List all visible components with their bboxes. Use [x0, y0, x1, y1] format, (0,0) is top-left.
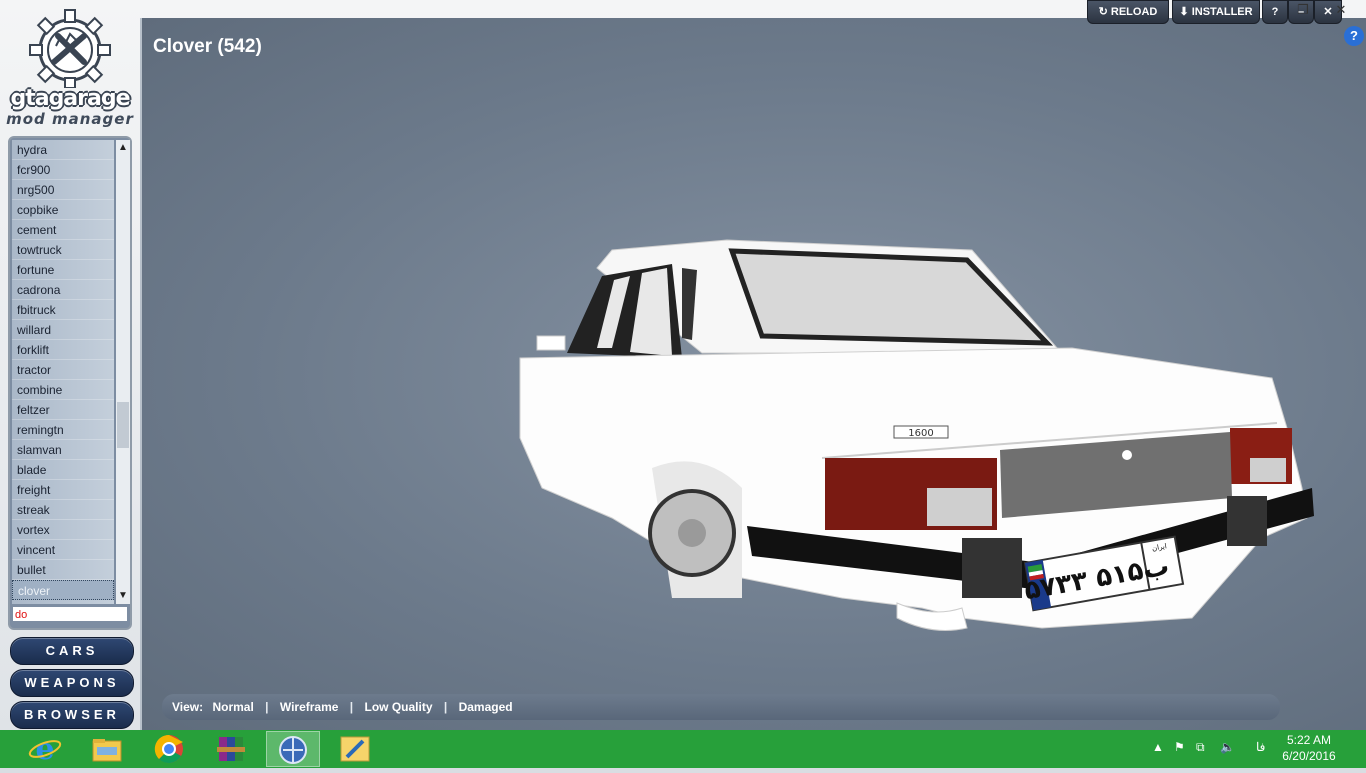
list-item[interactable]: streak	[12, 500, 114, 520]
view-option-wireframe[interactable]: Wireframe	[280, 700, 339, 714]
list-item[interactable]: combine	[12, 380, 114, 400]
gtagarage-logo: gtagarage mod manager	[6, 8, 134, 130]
list-item[interactable]: copbike	[12, 200, 114, 220]
list-item[interactable]: fbitruck	[12, 300, 114, 320]
list-item[interactable]: willard	[12, 320, 114, 340]
reload-icon: ↻	[1098, 6, 1108, 18]
taskbar: e ▲ ⚑ ⧉ 🔈 فا 5:22 AM 6/20/2016	[0, 730, 1366, 768]
list-item[interactable]: fortune	[12, 260, 114, 280]
volume-icon[interactable]: 🔈	[1220, 740, 1235, 754]
cars-button[interactable]: CARS	[10, 637, 134, 665]
chrome-icon[interactable]	[142, 731, 196, 767]
list-item[interactable]: vortex	[12, 520, 114, 540]
list-item[interactable]: forklift	[12, 340, 114, 360]
car-badge-text: 1600	[908, 428, 933, 439]
language-indicator[interactable]: فا	[1256, 740, 1265, 754]
vehicle-viewer[interactable]: Clover (542) 1600 ۵۷ب۵۱۵ ۳۳ ایران View: …	[140, 18, 1366, 730]
logo-text: gtagarage	[10, 86, 130, 111]
clock-date: 6/20/2016	[1282, 749, 1336, 763]
scroll-thumb[interactable]	[117, 402, 129, 448]
mod-manager-window: gtagarage mod manager hydra fcr900 nrg500 c…	[0, 0, 1366, 730]
separator: |	[443, 700, 448, 714]
paint-icon[interactable]	[328, 731, 382, 767]
internet-explorer-icon[interactable]: e	[18, 731, 72, 767]
view-option-normal[interactable]: Normal	[212, 700, 253, 714]
list-item[interactable]: clover	[12, 580, 114, 600]
list-item[interactable]: cadrona	[12, 280, 114, 300]
view-mode-bar: View: Normal | Wireframe | Low Quality |…	[162, 694, 1280, 720]
flag-icon[interactable]: ⚑	[1174, 740, 1185, 754]
list-item[interactable]: freight	[12, 480, 114, 500]
weapons-button[interactable]: WEAPONS	[10, 669, 134, 697]
view-label: View:	[172, 700, 204, 714]
list-item[interactable]: feltzer	[12, 400, 114, 420]
winrar-icon[interactable]	[204, 731, 258, 767]
list-item[interactable]: bullet	[12, 560, 114, 580]
vehicle-search-input[interactable]: do	[12, 606, 128, 622]
reload-label: RELOAD	[1110, 6, 1158, 18]
scroll-up-icon[interactable]: ▲	[116, 140, 130, 156]
system-clock[interactable]: 5:22 AM 6/20/2016	[1274, 732, 1344, 764]
separator: |	[349, 700, 354, 714]
tray-expand-icon[interactable]: ▲	[1152, 740, 1164, 754]
clock-time: 5:22 AM	[1286, 733, 1332, 747]
help-button[interactable]: ?	[1262, 0, 1288, 24]
vehicle-model[interactable]: 1600 ۵۷ب۵۱۵ ۳۳ ایران	[142, 18, 1366, 678]
view-option-damaged[interactable]: Damaged	[459, 700, 513, 714]
separator: |	[265, 700, 269, 714]
list-item[interactable]: tractor	[12, 360, 114, 380]
installer-button[interactable]: ⬇ INSTALLER	[1172, 0, 1260, 24]
info-help-icon[interactable]: ?	[1344, 26, 1364, 46]
list-item[interactable]: towtruck	[12, 240, 114, 260]
logo-subtitle: mod manager	[6, 110, 134, 128]
list-item[interactable]: nrg500	[12, 180, 114, 200]
view-option-low-quality[interactable]: Low Quality	[365, 700, 433, 714]
installer-label: INSTALLER	[1191, 6, 1253, 18]
svg-text:e: e	[35, 732, 54, 767]
mod-manager-taskbar-icon[interactable]	[266, 731, 320, 767]
gear-icon	[29, 9, 111, 89]
sidebar: gtagarage mod manager hydra fcr900 nrg500 c…	[0, 0, 140, 730]
vehicle-list[interactable]: hydra fcr900 nrg500 copbike cement towtruck fo…	[12, 140, 114, 604]
system-close-icon[interactable]: ✕	[1330, 0, 1352, 20]
list-item[interactable]: hydra	[12, 140, 114, 160]
network-icon[interactable]: ⧉	[1196, 740, 1205, 755]
reload-button[interactable]: ↻ RELOAD	[1087, 0, 1169, 24]
file-explorer-icon[interactable]	[80, 731, 134, 767]
vehicle-listbox: hydra fcr900 nrg500 copbike cement towtruck fo…	[8, 136, 132, 630]
browser-button[interactable]: BROWSER	[10, 701, 134, 729]
list-item[interactable]: fcr900	[12, 160, 114, 180]
restore-icon[interactable]: ❐	[1292, 0, 1314, 20]
vehicle-list-scrollbar[interactable]: ▲ ▼	[116, 140, 130, 604]
list-item[interactable]: cement	[12, 220, 114, 240]
list-item[interactable]: remingtn	[12, 420, 114, 440]
download-icon: ⬇	[1179, 6, 1189, 18]
list-item[interactable]: vincent	[12, 540, 114, 560]
scroll-down-icon[interactable]: ▼	[116, 588, 130, 604]
list-item[interactable]: slamvan	[12, 440, 114, 460]
list-item[interactable]: blade	[12, 460, 114, 480]
